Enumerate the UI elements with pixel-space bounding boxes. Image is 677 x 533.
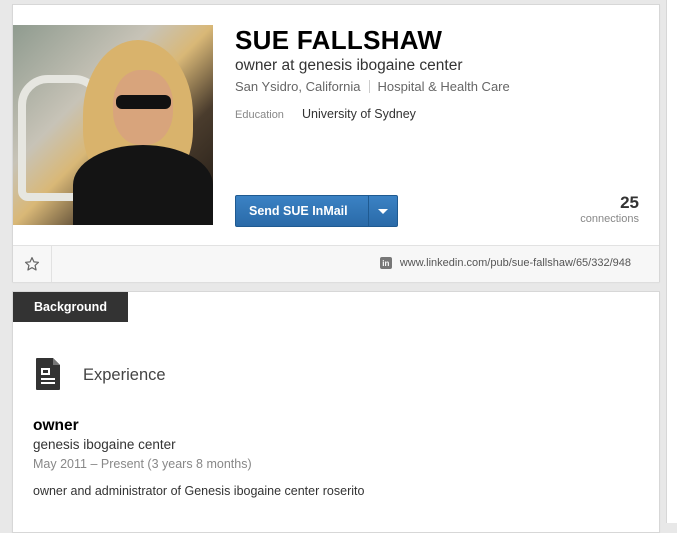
education-value[interactable]: University of Sydney	[302, 107, 416, 121]
profile-photo[interactable]	[13, 25, 213, 225]
meta-divider	[368, 80, 370, 93]
star-icon[interactable]	[13, 246, 52, 282]
profile-meta: San Ysidro, California Hospital & Health …	[235, 79, 510, 94]
job-description: owner and administrator of Genesis iboga…	[33, 484, 365, 498]
send-inmail-button[interactable]: Send SUE InMail	[235, 195, 398, 227]
job-dates: May 2011 – Present (3 years 8 months)	[33, 457, 252, 471]
job-company[interactable]: genesis ibogaine center	[33, 437, 176, 452]
background-tab[interactable]: Background	[13, 292, 128, 322]
public-profile-url[interactable]: in www.linkedin.com/pub/sue-fallshaw/65/…	[379, 257, 631, 269]
chevron-down-icon[interactable]	[369, 196, 397, 226]
job-title[interactable]: owner	[33, 417, 79, 435]
profile-toolbar: in www.linkedin.com/pub/sue-fallshaw/65/…	[13, 245, 659, 282]
profile-industry[interactable]: Hospital & Health Care	[378, 79, 510, 94]
profile-top-card: SUE FALLSHAW owner at genesis ibogaine c…	[12, 4, 660, 282]
experience-section-title: Experience	[83, 366, 166, 384]
profile-location[interactable]: San Ysidro, California	[235, 79, 361, 94]
background-card: Background Experience owner genesis ibog…	[12, 291, 660, 533]
connections-count: 25	[620, 193, 639, 212]
public-url-text[interactable]: www.linkedin.com/pub/sue-fallshaw/65/332…	[400, 257, 631, 269]
education-label: Education	[235, 109, 284, 121]
linkedin-icon: in	[379, 257, 392, 269]
document-icon	[36, 358, 60, 390]
right-column-edge	[666, 0, 677, 523]
profile-headline: owner at genesis ibogaine center	[235, 57, 463, 74]
connections-label: connections	[580, 213, 639, 225]
profile-name: SUE FALLSHAW	[235, 25, 443, 55]
send-inmail-label[interactable]: Send SUE InMail	[236, 204, 368, 218]
